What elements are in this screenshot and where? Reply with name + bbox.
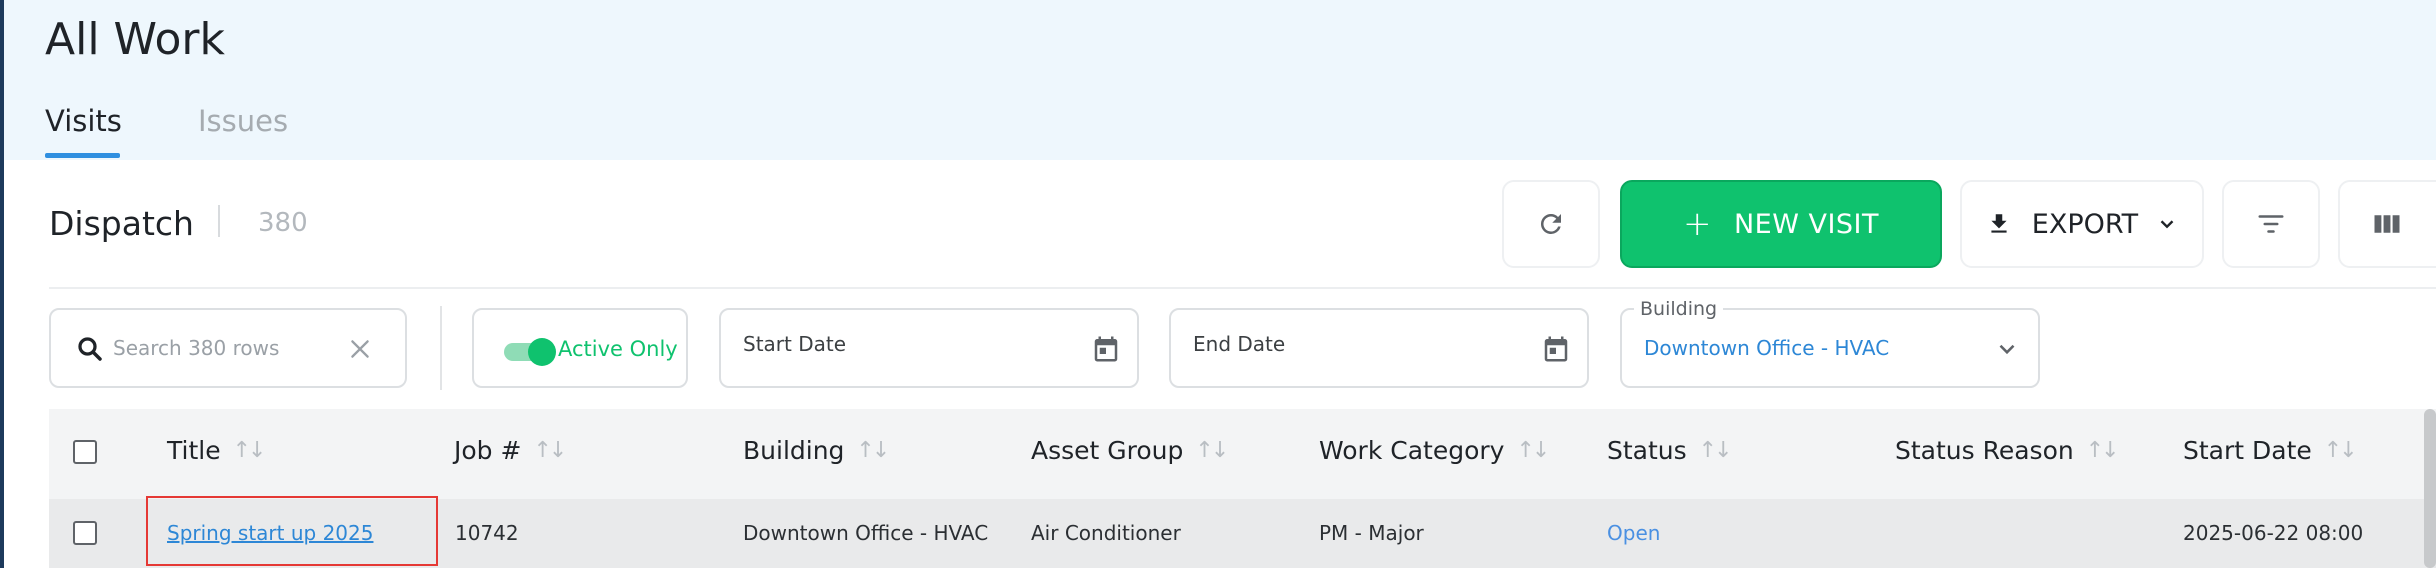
tab-issues[interactable]: Issues xyxy=(198,104,288,138)
start-date-label: Start Date xyxy=(743,332,847,356)
column-header-title[interactable]: Title ↑↓ xyxy=(167,436,267,465)
filter-icon xyxy=(2258,215,2284,233)
column-header-label: Title xyxy=(167,436,221,465)
asset-group-cell: Air Conditioner xyxy=(1031,521,1181,545)
column-header-label: Start Date xyxy=(2183,436,2312,465)
sort-icon[interactable]: ↑↓ xyxy=(1195,438,1229,463)
chevron-down-icon xyxy=(1999,344,2015,355)
active-tab-indicator xyxy=(45,153,120,158)
close-icon[interactable] xyxy=(347,336,373,362)
active-only-toggle[interactable]: Active Only xyxy=(472,308,688,388)
visit-title-link[interactable]: Spring start up 2025 xyxy=(167,521,373,545)
sort-icon[interactable]: ↑↓ xyxy=(233,438,267,463)
filter-divider xyxy=(440,306,442,390)
column-header-start-date[interactable]: Start Date ↑↓ xyxy=(2183,436,2358,465)
calendar-icon[interactable] xyxy=(1541,334,1571,364)
column-header-status[interactable]: Status ↑↓ xyxy=(1607,436,1733,465)
status-cell: Open xyxy=(1607,521,1661,545)
row-checkbox[interactable] xyxy=(73,521,97,545)
new-visit-button[interactable]: + NEW VISIT xyxy=(1620,180,1942,268)
search-input[interactable]: Search 380 rows xyxy=(49,308,407,388)
toolbar-divider xyxy=(218,205,220,237)
search-icon xyxy=(78,337,102,361)
job-number-cell: 10742 xyxy=(455,521,519,545)
columns-button[interactable] xyxy=(2338,180,2436,268)
column-header-building[interactable]: Building ↑↓ xyxy=(743,436,890,465)
download-icon xyxy=(1991,214,2007,233)
toolbar-title: Dispatch xyxy=(49,204,194,243)
sort-icon[interactable]: ↑↓ xyxy=(2086,438,2120,463)
plus-icon: + xyxy=(1682,204,1712,244)
export-label: EXPORT xyxy=(2031,208,2139,240)
columns-icon xyxy=(2374,215,2400,233)
column-header-label: Building xyxy=(743,436,845,465)
search-placeholder: Search 380 rows xyxy=(113,336,280,360)
row-count: 380 xyxy=(258,208,308,238)
page-title: All Work xyxy=(45,14,225,65)
sort-icon[interactable]: ↑↓ xyxy=(2324,438,2358,463)
refresh-button[interactable] xyxy=(1502,180,1600,268)
column-header-status-reason[interactable]: Status Reason ↑↓ xyxy=(1895,436,2120,465)
vertical-scrollbar[interactable] xyxy=(2424,409,2436,568)
building-select[interactable]: Downtown Office - HVAC xyxy=(1620,308,2040,388)
column-header-label: Work Category xyxy=(1319,436,1505,465)
sort-icon[interactable]: ↑↓ xyxy=(856,438,890,463)
sort-icon[interactable]: ↑↓ xyxy=(533,438,567,463)
toolbar-divider-line xyxy=(49,287,2436,289)
sort-icon[interactable]: ↑↓ xyxy=(1699,438,1733,463)
new-visit-label: NEW VISIT xyxy=(1733,208,1880,240)
column-header-label: Status xyxy=(1607,436,1687,465)
start-date-field[interactable]: Start Date xyxy=(719,308,1139,388)
column-header-label: Status Reason xyxy=(1895,436,2074,465)
sort-icon[interactable]: ↑↓ xyxy=(1516,438,1550,463)
select-all-checkbox[interactable] xyxy=(73,440,97,464)
column-header-job[interactable]: Job # ↑↓ xyxy=(454,436,567,465)
active-only-label: Active Only xyxy=(558,337,678,361)
end-date-field[interactable]: End Date xyxy=(1169,308,1589,388)
chevron-down-icon xyxy=(2160,220,2174,229)
column-header-label: Asset Group xyxy=(1031,436,1184,465)
calendar-icon[interactable] xyxy=(1091,334,1121,364)
building-cell: Downtown Office - HVAC xyxy=(743,521,989,545)
end-date-label: End Date xyxy=(1193,332,1286,356)
start-date-cell: 2025-06-22 08:00 xyxy=(2183,521,2364,545)
building-value: Downtown Office - HVAC xyxy=(1644,336,1890,360)
toggle-thumb xyxy=(528,338,556,366)
building-label: Building xyxy=(1634,298,1724,320)
work-category-cell: PM - Major xyxy=(1319,521,1424,545)
filter-button[interactable] xyxy=(2222,180,2320,268)
column-header-work-category[interactable]: Work Category ↑↓ xyxy=(1319,436,1550,465)
page-header xyxy=(4,0,2436,160)
tab-visits[interactable]: Visits xyxy=(45,104,122,138)
column-header-label: Job # xyxy=(454,436,522,465)
export-button[interactable]: EXPORT xyxy=(1960,180,2204,268)
refresh-icon xyxy=(1540,213,1561,234)
column-header-asset-group[interactable]: Asset Group ↑↓ xyxy=(1031,436,1229,465)
